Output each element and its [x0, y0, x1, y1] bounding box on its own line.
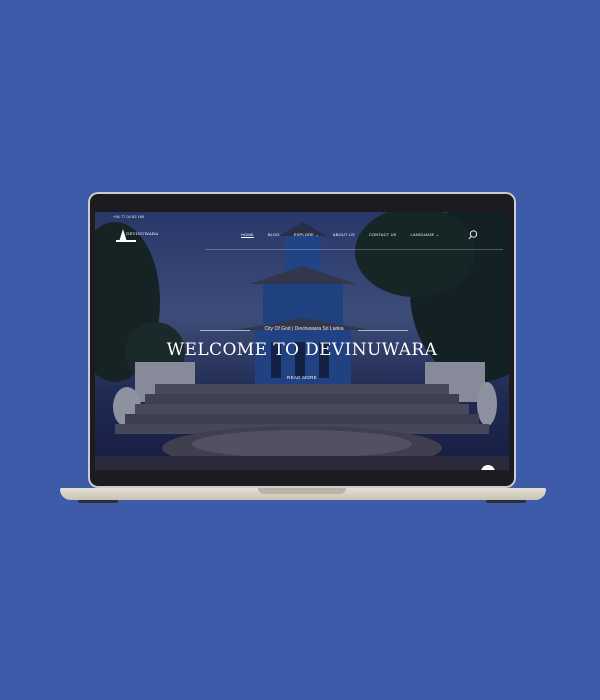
laptop-notch: [258, 488, 346, 494]
search-icon[interactable]: [467, 229, 479, 241]
hero-tagline: City Of God | Devinuwara Sri Lanka: [264, 326, 344, 332]
hero-tagline-wrap: City Of God | Devinuwara Sri Lanka: [200, 326, 408, 334]
nav-language-label: LANGUAGE: [410, 232, 435, 237]
chevron-down-icon: ⌄: [315, 232, 319, 237]
read-more-button[interactable]: READ MORE: [95, 375, 509, 380]
nav-explore[interactable]: EXPLORE ⌄: [294, 232, 319, 237]
laptop-screen: +94 77 04 82 169 DEVINUWARA HOME BLOG EX…: [95, 212, 509, 470]
nav-home[interactable]: HOME: [241, 232, 254, 237]
logo-text: DEVINUWARA: [126, 231, 159, 236]
laptop-foot-left: [78, 500, 118, 503]
nav-blog[interactable]: BLOG: [268, 232, 280, 237]
header-divider: [205, 249, 503, 250]
chevron-down-icon: ⌄: [435, 232, 440, 237]
nav-about[interactable]: ABOUT US: [333, 232, 355, 237]
topbar-phone[interactable]: +94 77 04 82 169: [95, 212, 509, 222]
laptop-foot-right: [486, 500, 526, 503]
site-header: DEVINUWARA HOME BLOG EXPLORE ⌄ ABOUT US …: [95, 224, 509, 248]
tagline-rule-right: [358, 330, 408, 331]
hero-title: WELCOME TO DEVINUWARA: [166, 340, 438, 360]
nav-explore-label: EXPLORE: [293, 232, 315, 237]
nav-language[interactable]: LANGUAGE ⌄: [411, 232, 440, 237]
main-nav: HOME BLOG EXPLORE ⌄ ABOUT US CONTACT US …: [241, 232, 453, 237]
nav-contact[interactable]: CONTACT US: [369, 232, 397, 237]
